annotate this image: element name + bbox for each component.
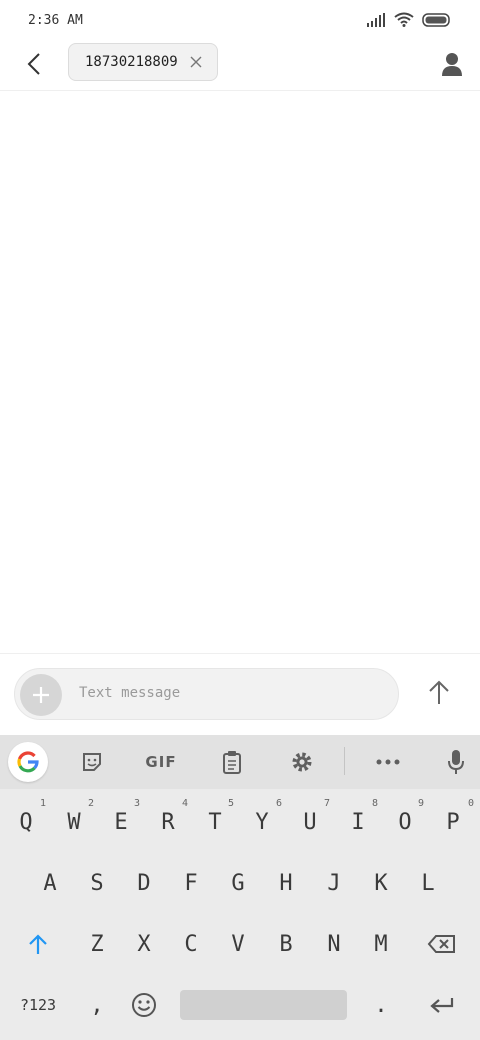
key-q[interactable]: Q1	[2, 792, 50, 852]
key-i[interactable]: I8	[334, 792, 382, 852]
google-icon	[17, 751, 39, 773]
key-label: T	[208, 809, 222, 835]
gif-label: GIF	[145, 753, 177, 771]
keyboard-toolbar: GIF	[0, 735, 480, 789]
key-h[interactable]: H	[262, 853, 310, 913]
google-button[interactable]	[8, 742, 48, 782]
clipboard-icon	[223, 751, 241, 774]
key-label: I	[351, 809, 365, 835]
send-arrow-icon[interactable]	[424, 678, 454, 708]
key-label: Q	[19, 809, 33, 835]
message-placeholder: Text message	[79, 685, 181, 701]
keyboard: G I F Q 1 W 2 E 3 R 4 T 5 Y 6 U 7 I 8 O 9 …	[0, 735, 480, 1040]
key-x[interactable]: X	[120, 914, 168, 974]
key-label: U	[303, 809, 317, 835]
shift-icon	[29, 934, 47, 954]
key-hint: 9	[417, 798, 424, 809]
status-time: 2:36 AM	[28, 13, 83, 28]
backspace-icon	[427, 935, 455, 953]
key-c[interactable]: C	[168, 914, 214, 974]
key-j[interactable]: J	[310, 853, 358, 913]
key-a[interactable]: A	[26, 853, 74, 913]
period-key[interactable]: .	[358, 975, 404, 1035]
key-label: P	[446, 809, 460, 835]
key-label: E	[114, 809, 128, 835]
clipboard-button[interactable]	[212, 743, 252, 781]
mic-icon	[448, 750, 464, 774]
key-hint: 3	[133, 798, 140, 809]
gif-button[interactable]: GIF	[140, 743, 182, 781]
key-p[interactable]: P0	[428, 792, 478, 852]
key-hint: 0	[467, 798, 474, 809]
close-icon[interactable]	[189, 55, 203, 69]
sticker-button[interactable]	[72, 743, 112, 781]
emoji-key[interactable]	[120, 975, 168, 1035]
emoji-icon	[132, 993, 156, 1017]
wifi-icon	[394, 12, 414, 27]
toolbar-divider	[344, 747, 345, 775]
app-bar: 18730218809	[0, 40, 480, 91]
plus-icon	[33, 687, 49, 703]
key-l[interactable]: L	[404, 853, 452, 913]
more-icon	[376, 759, 400, 765]
message-list	[0, 91, 480, 653]
key-hint: 4	[181, 798, 188, 809]
key-t[interactable]: T5	[192, 792, 238, 852]
composer: Text message	[0, 653, 480, 736]
key-hint: 1	[39, 798, 46, 809]
key-row-2: A S D F G H J K L	[0, 853, 480, 913]
key-hint: 8	[371, 798, 378, 809]
key-s[interactable]: S	[74, 853, 120, 913]
key-u[interactable]: U7	[286, 792, 334, 852]
key-e[interactable]: E3	[98, 792, 144, 852]
message-input[interactable]: Text message	[14, 668, 399, 720]
key-k[interactable]: K	[358, 853, 404, 913]
key-hint: 2	[87, 798, 94, 809]
key-hint: 7	[323, 798, 330, 809]
status-icons	[366, 12, 452, 27]
key-label: O	[398, 809, 412, 835]
recipient-chip[interactable]: 18730218809	[68, 43, 218, 81]
back-button[interactable]	[18, 48, 50, 80]
key-y[interactable]: Y6	[238, 792, 286, 852]
recipient-number: 18730218809	[85, 54, 178, 70]
settings-button[interactable]	[282, 743, 322, 781]
gear-icon	[292, 752, 312, 772]
status-bar: 2:36 AM	[0, 0, 480, 44]
key-m[interactable]: M	[358, 914, 404, 974]
voice-input-button[interactable]	[436, 743, 476, 781]
key-w[interactable]: W2	[50, 792, 98, 852]
key-n[interactable]: N	[310, 914, 358, 974]
key-row-4: ?123 , .	[0, 975, 480, 1035]
key-b[interactable]: B	[262, 914, 310, 974]
key-hint: 6	[275, 798, 282, 809]
enter-key[interactable]	[412, 975, 472, 1035]
key-d[interactable]: D	[120, 853, 168, 913]
symbols-key[interactable]: ?123	[8, 975, 68, 1035]
back-arrow-icon	[27, 53, 40, 75]
key-o[interactable]: O9	[382, 792, 428, 852]
key-label: R	[161, 809, 175, 835]
key-r[interactable]: R4	[144, 792, 192, 852]
backspace-key[interactable]	[412, 914, 472, 974]
enter-icon	[430, 998, 454, 1013]
sticker-icon	[83, 753, 101, 771]
more-button[interactable]	[368, 743, 408, 781]
key-label: Y	[255, 809, 269, 835]
key-v[interactable]: V	[214, 914, 262, 974]
shift-key[interactable]	[8, 914, 68, 974]
battery-icon	[422, 12, 450, 27]
signal-icon	[367, 12, 385, 27]
key-row-1: Q1 W2 E3 R4 T5 Y6 U7 I8 O9 P0	[0, 792, 480, 852]
comma-key[interactable]: ,	[74, 975, 120, 1035]
key-z[interactable]: Z	[74, 914, 120, 974]
key-label: W	[67, 809, 81, 835]
key-f[interactable]: F	[168, 853, 214, 913]
key-hint: 5	[227, 798, 234, 809]
attach-button[interactable]	[20, 674, 62, 716]
contact-icon[interactable]	[438, 50, 466, 78]
space-bar[interactable]	[180, 990, 347, 1020]
key-row-3: Z X C V B N M	[0, 914, 480, 974]
key-g[interactable]: G	[214, 853, 262, 913]
